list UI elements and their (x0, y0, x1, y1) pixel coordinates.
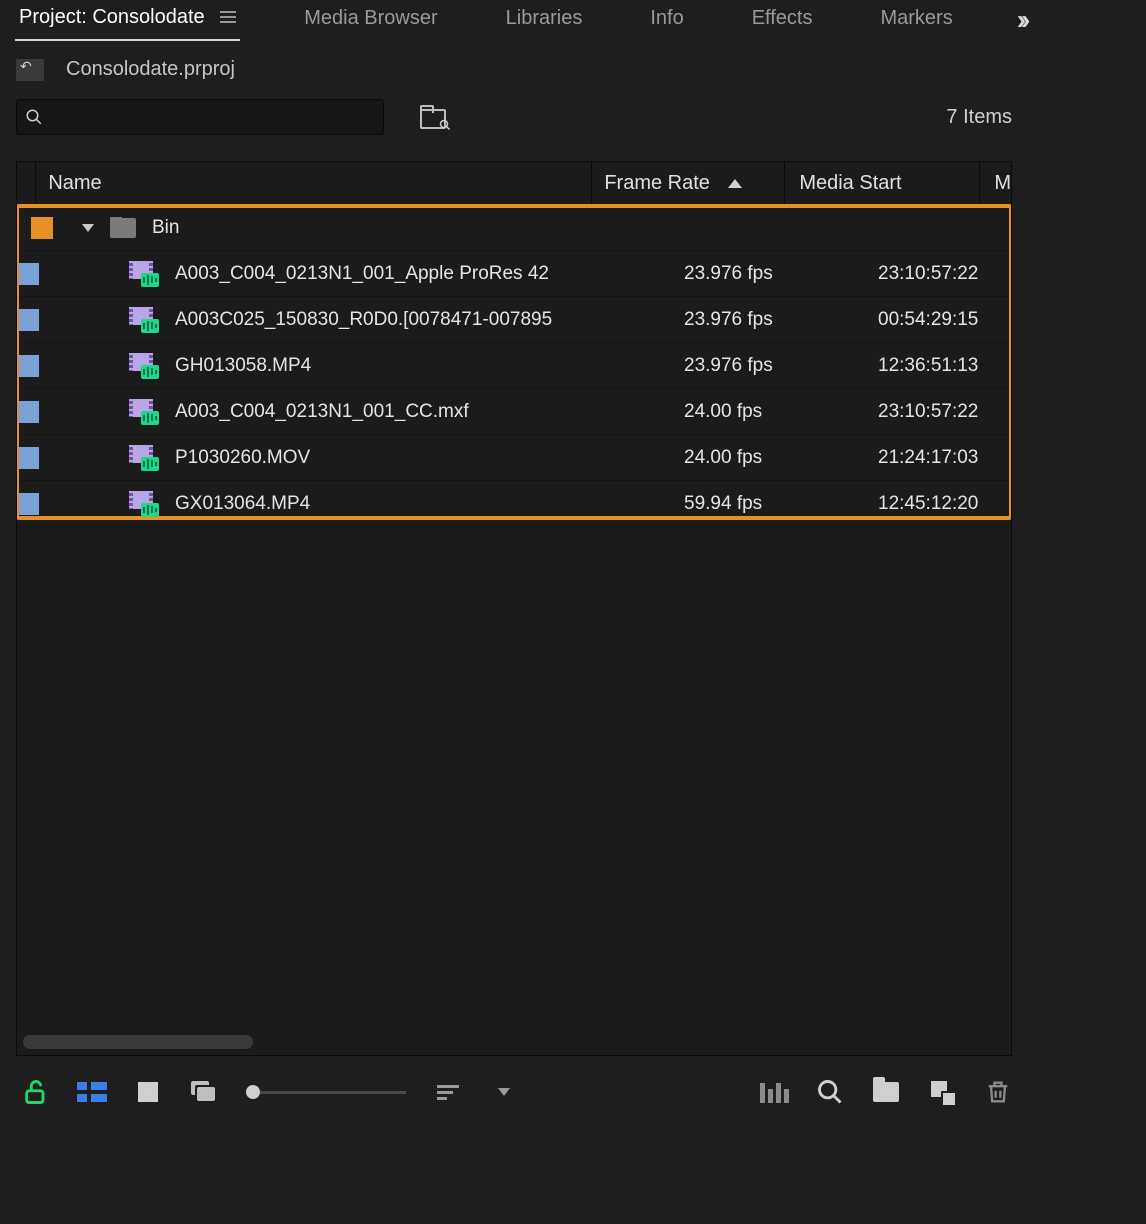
search-input[interactable] (16, 99, 384, 135)
freeform-view-button[interactable] (190, 1078, 218, 1106)
clip-name: P1030260.MOV (175, 447, 310, 469)
expand-caret-icon[interactable] (82, 224, 94, 232)
clip-icon (129, 445, 159, 471)
table-row[interactable]: GX013064.MP4 59.94 fps 12:45:12:20 (17, 481, 1011, 527)
clip-name: A003_C004_0213N1_001_CC.mxf (175, 401, 469, 423)
delete-button[interactable] (984, 1078, 1012, 1106)
clip-mediastart: 21:24:17:03 (864, 447, 1012, 469)
table-row[interactable]: P1030260.MOV 24.00 fps 21:24:17:03 (17, 435, 1011, 481)
tab-overflow-icon[interactable]: ›› (1017, 4, 1026, 36)
table-rows: Bin A003_C004_0213N1_001_Apple ProRes 42… (17, 205, 1011, 527)
label-swatch[interactable] (17, 493, 39, 515)
panel-tabstrip: Project: Consolodate Media Browser Libra… (0, 0, 1028, 40)
automate-to-sequence-button[interactable] (760, 1078, 788, 1106)
clip-icon (129, 353, 159, 379)
sort-ascending-icon (728, 179, 742, 188)
clip-framerate: 59.94 fps (672, 493, 864, 515)
clip-name: A003C025_150830_R0D0.[0078471-007895 (175, 309, 552, 331)
clip-mediastart: 00:54:29:15 (864, 309, 1012, 331)
clip-mediastart: 23:10:57:22 (864, 401, 1012, 423)
table-header: Name Frame Rate Media Start M (17, 162, 1011, 205)
project-search-row: 7 Items (0, 85, 1028, 143)
clip-framerate: 23.976 fps (672, 309, 864, 331)
horizontal-scrollbar[interactable] (23, 1035, 253, 1049)
sort-button[interactable] (434, 1078, 462, 1106)
tab-media-browser[interactable]: Media Browser (300, 1, 441, 40)
col-media-start[interactable]: Media Start (785, 162, 980, 204)
clip-name: GX013064.MP4 (175, 493, 310, 515)
clip-icon (129, 261, 159, 287)
tab-markers[interactable]: Markers (876, 1, 956, 40)
label-swatch[interactable] (17, 309, 39, 331)
bin-name: Bin (152, 217, 179, 239)
col-name[interactable]: Name (36, 162, 592, 204)
new-bin-button[interactable] (872, 1078, 900, 1106)
label-swatch[interactable] (31, 217, 53, 239)
find-button[interactable] (816, 1078, 844, 1106)
project-header: Consolodate.prproj (0, 40, 1028, 85)
label-swatch[interactable] (17, 401, 39, 423)
clip-icon (129, 491, 159, 517)
sort-dropdown[interactable] (490, 1078, 518, 1106)
tab-project[interactable]: Project: Consolodate (15, 0, 240, 41)
panel-menu-icon[interactable] (220, 11, 236, 23)
lock-toggle[interactable] (22, 1078, 50, 1106)
icon-view-button[interactable] (134, 1078, 162, 1106)
tab-info[interactable]: Info (646, 1, 687, 40)
col-frame-rate[interactable]: Frame Rate (592, 162, 785, 204)
table-row[interactable]: A003_C004_0213N1_001_CC.mxf 24.00 fps 23… (17, 389, 1011, 435)
search-bin-icon[interactable] (420, 105, 448, 129)
clip-framerate: 23.976 fps (672, 355, 864, 377)
label-swatch[interactable] (17, 355, 39, 377)
project-table: Name Frame Rate Media Start M Bin (16, 161, 1012, 1056)
tab-project-label: Project: Consolodate (19, 6, 205, 28)
bin-row[interactable]: Bin (17, 205, 1011, 251)
clip-name: GH013058.MP4 (175, 355, 311, 377)
clip-icon (129, 307, 159, 333)
clip-framerate: 23.976 fps (672, 263, 864, 285)
col-label[interactable] (17, 162, 36, 204)
bin-folder-icon (110, 218, 136, 238)
item-count: 7 Items (946, 106, 1012, 129)
col-partial[interactable]: M (980, 172, 1011, 195)
tab-libraries[interactable]: Libraries (502, 1, 587, 40)
search-icon (25, 108, 43, 126)
clip-framerate: 24.00 fps (672, 401, 864, 423)
project-filename: Consolodate.prproj (66, 58, 235, 81)
clip-icon (129, 399, 159, 425)
label-swatch[interactable] (17, 447, 39, 469)
table-row[interactable]: A003_C004_0213N1_001_Apple ProRes 42 23.… (17, 251, 1011, 297)
clip-framerate: 24.00 fps (672, 447, 864, 469)
project-footer-toolbar (0, 1056, 1028, 1106)
table-row[interactable]: GH013058.MP4 23.976 fps 12:36:51:13 (17, 343, 1011, 389)
clip-mediastart: 23:10:57:22 (864, 263, 1012, 285)
clip-mediastart: 12:45:12:20 (864, 493, 1012, 515)
project-nav-up-icon[interactable] (16, 59, 44, 81)
tab-effects[interactable]: Effects (748, 1, 817, 40)
new-item-button[interactable] (928, 1078, 956, 1106)
label-swatch[interactable] (17, 263, 39, 285)
clip-name: A003_C004_0213N1_001_Apple ProRes 42 (175, 263, 549, 285)
clip-mediastart: 12:36:51:13 (864, 355, 1012, 377)
thumbnail-size-slider[interactable] (246, 1085, 406, 1099)
list-view-button[interactable] (78, 1078, 106, 1106)
table-row[interactable]: A003C025_150830_R0D0.[0078471-007895 23.… (17, 297, 1011, 343)
